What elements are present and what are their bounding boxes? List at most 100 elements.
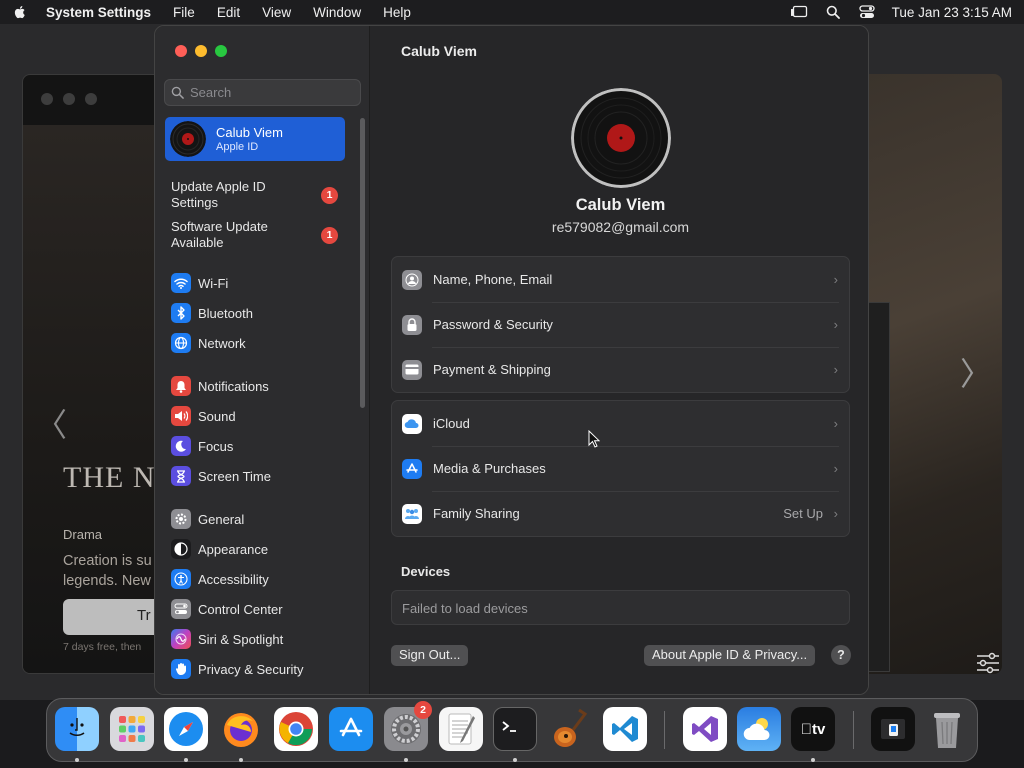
help-button[interactable]: ?: [831, 645, 851, 665]
weather-icon[interactable]: [737, 707, 781, 751]
globe-icon: [171, 333, 191, 353]
row-media-purchases[interactable]: Media & Purchases ›: [392, 446, 849, 491]
notice-label: Update Apple ID Settings: [171, 179, 266, 210]
sidebar-item-label: Network: [198, 335, 246, 351]
settings-icon[interactable]: 2: [384, 701, 432, 751]
appearance-icon: [171, 539, 191, 559]
about-apple-id-privacy-button[interactable]: About Apple ID & Privacy...: [644, 645, 816, 666]
visualstudio-icon[interactable]: [683, 707, 727, 751]
background-try-button[interactable]: Tr: [63, 599, 161, 635]
chevron-right-icon: ›: [833, 506, 838, 521]
search-icon: [171, 86, 184, 99]
appstore-icon[interactable]: [329, 707, 373, 751]
sidebar-apple-id-profile[interactable]: Calub Viem Apple ID: [165, 117, 345, 161]
page-title: Calub Viem: [401, 43, 477, 59]
row-label: Family Sharing: [433, 506, 520, 521]
menu-edit[interactable]: Edit: [217, 5, 240, 20]
sidebar-item-label: Wi-Fi: [198, 275, 229, 291]
tv-app-label: tv: [806, 720, 825, 738]
search-input[interactable]: [190, 85, 350, 100]
spotlight-search-icon[interactable]: [824, 4, 842, 20]
menu-app-name[interactable]: System Settings: [46, 5, 151, 20]
sidebar-item-sound[interactable]: Sound: [171, 404, 351, 428]
sliders-icon[interactable]: [976, 652, 1000, 674]
sidebar-item-screen-time[interactable]: Screen Time: [171, 464, 351, 488]
next-arrow-icon[interactable]: 〉: [960, 349, 992, 395]
close-button[interactable]: [175, 45, 187, 57]
update-apple-id-settings-notice[interactable]: Update Apple ID Settings 1: [171, 179, 341, 211]
sidebar-scrollbar[interactable]: [360, 118, 365, 408]
appstore-icon: [402, 458, 422, 479]
sidebar-item-control-center[interactable]: Control Center: [171, 597, 351, 621]
firefox-icon[interactable]: [219, 707, 263, 751]
background-fine-print: 7 days free, then: [63, 641, 142, 653]
tv-icon[interactable]: tv: [791, 707, 835, 751]
sidebar-item-siri-spotlight[interactable]: Siri & Spotlight: [171, 627, 351, 651]
textedit-icon[interactable]: [439, 707, 483, 751]
speaker-icon: [171, 406, 191, 426]
terminal-icon[interactable]: [493, 707, 537, 751]
zoom-button[interactable]: [215, 45, 227, 57]
row-payment-shipping[interactable]: Payment & Shipping ›: [392, 347, 849, 392]
chrome-icon[interactable]: [274, 707, 318, 751]
row-password-security[interactable]: Password & Security ›: [392, 302, 849, 347]
running-indicator: [184, 758, 188, 762]
dock-separator: [853, 711, 854, 749]
background-app-left-pane: 〈 THE N Drama Creation is su legends. Ne…: [22, 74, 162, 674]
trash-icon[interactable]: [925, 707, 969, 751]
row-name-phone-email[interactable]: Name, Phone, Email ›: [392, 257, 849, 302]
row-label: Name, Phone, Email: [433, 272, 553, 287]
accessibility-icon: [171, 569, 191, 589]
menubar-clock[interactable]: Tue Jan 23 3:15 AM: [892, 5, 1012, 20]
user-full-name: Calub Viem: [575, 196, 666, 214]
row-icloud[interactable]: iCloud ›: [392, 401, 849, 446]
background-genre: Drama: [63, 527, 103, 542]
sidebar-item-network[interactable]: Network: [171, 331, 351, 355]
bell-icon: [171, 376, 191, 396]
row-label: iCloud: [433, 416, 470, 431]
menu-help[interactable]: Help: [383, 5, 411, 20]
previous-arrow-icon[interactable]: 〈: [35, 400, 67, 446]
apple-menu-icon[interactable]: [12, 4, 28, 20]
bluetooth-icon: [171, 303, 191, 323]
moon-icon: [171, 436, 191, 456]
stage-manager-icon[interactable]: [790, 4, 808, 20]
profile-avatar[interactable]: [571, 88, 671, 188]
sidebar-item-label: Control Center: [198, 601, 283, 617]
finder-icon[interactable]: [55, 707, 99, 751]
hand-icon: [171, 659, 191, 679]
sidebar-item-label: Siri & Spotlight: [198, 631, 284, 647]
row-label: Payment & Shipping: [433, 362, 551, 377]
software-update-notice[interactable]: Software Update Available 1: [171, 219, 341, 251]
menu-file[interactable]: File: [173, 5, 195, 20]
control-center-icon[interactable]: [858, 4, 876, 20]
sidebar-item-notifications[interactable]: Notifications: [171, 374, 351, 398]
sidebar-item-appearance[interactable]: Appearance: [171, 537, 351, 561]
row-family-sharing[interactable]: Family Sharing Set Up ›: [392, 491, 849, 536]
family-sharing-setup-label: Set Up: [783, 506, 823, 521]
sidebar-item-general[interactable]: General: [171, 507, 351, 531]
safari-icon[interactable]: [164, 707, 208, 751]
sidebar-item-focus[interactable]: Focus: [171, 434, 351, 458]
sidebar-item-accessibility[interactable]: Accessibility: [171, 567, 351, 591]
menu-bar: System Settings File Edit View Window He…: [0, 0, 1024, 24]
window-controls: [175, 45, 227, 57]
sidebar-item-privacy-security[interactable]: Privacy & Security: [171, 657, 351, 681]
sidebar-item-bluetooth[interactable]: Bluetooth: [171, 301, 351, 325]
person-icon: [402, 269, 422, 290]
search-field[interactable]: [164, 79, 361, 106]
menu-window[interactable]: Window: [313, 5, 361, 20]
vscode-icon[interactable]: [603, 707, 647, 751]
launchpad-icon[interactable]: [110, 707, 154, 751]
preview-icon[interactable]: [871, 707, 915, 751]
profile-name: Calub Viem: [216, 125, 283, 140]
chevron-right-icon: ›: [833, 416, 838, 431]
sidebar-item-wifi[interactable]: Wi-Fi: [171, 271, 351, 295]
guitar-icon[interactable]: [547, 707, 591, 751]
running-indicator: [239, 758, 243, 762]
minimize-button[interactable]: [195, 45, 207, 57]
menu-view[interactable]: View: [262, 5, 291, 20]
sidebar-item-label: Screen Time: [198, 468, 271, 484]
background-window-controls: [41, 93, 97, 105]
sign-out-button[interactable]: Sign Out...: [391, 645, 469, 666]
